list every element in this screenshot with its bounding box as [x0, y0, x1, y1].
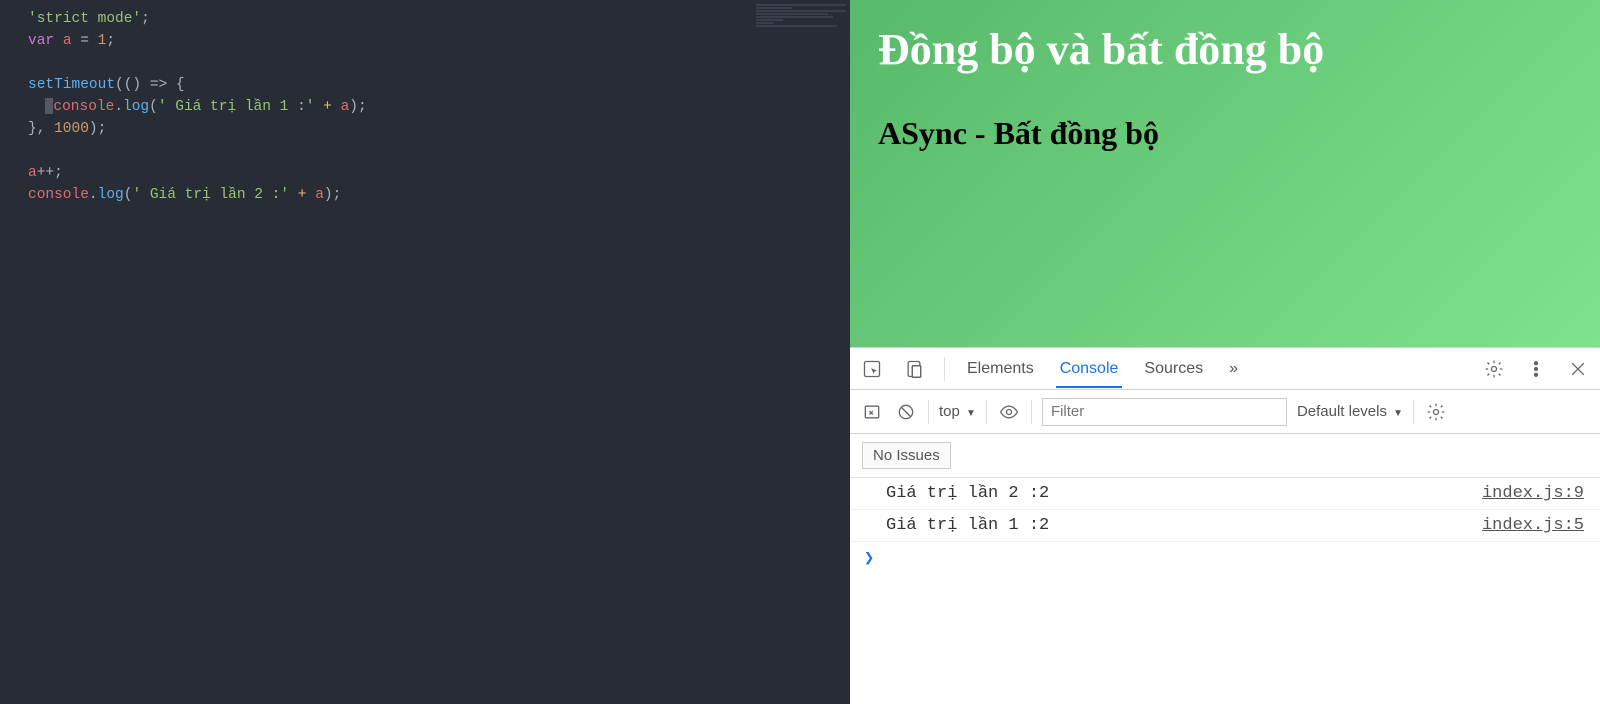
code-token: a — [315, 187, 324, 203]
console-row: Giá trị lần 2 :2 index.js:9 — [850, 478, 1600, 510]
code-token: ; — [106, 33, 115, 49]
code-token: log — [98, 187, 124, 203]
code-token: console — [53, 99, 114, 115]
context-selector[interactable]: top ▼ — [939, 403, 976, 420]
eye-icon[interactable] — [997, 400, 1021, 424]
code-token: a — [63, 33, 72, 49]
minimap[interactable] — [756, 4, 846, 28]
code-token: ); — [349, 99, 366, 115]
device-toggle-icon[interactable] — [902, 357, 926, 381]
separator — [928, 400, 929, 424]
log-levels-selector[interactable]: Default levels ▼ — [1297, 403, 1403, 420]
code-token: + — [314, 99, 340, 115]
code-token: ( — [149, 99, 158, 115]
code-token: ; — [141, 11, 150, 27]
issues-bar: No Issues — [850, 434, 1600, 478]
code-token: ++; — [37, 165, 63, 181]
separator — [1031, 400, 1032, 424]
console-row: Giá trị lần 1 :2 index.js:5 — [850, 510, 1600, 542]
filter-input[interactable] — [1042, 398, 1287, 426]
code-token: ); — [89, 121, 106, 137]
more-tabs-button[interactable]: » — [1225, 350, 1242, 387]
code-editor[interactable]: 'strict mode'; var a = 1; setTimeout(() … — [0, 0, 850, 704]
console-output: Giá trị lần 2 :2 index.js:9 Giá trị lần … — [850, 478, 1600, 575]
code-token: var — [28, 33, 54, 49]
code-token: a — [341, 99, 350, 115]
separator — [1413, 400, 1414, 424]
code-token: log — [123, 99, 149, 115]
tab-console[interactable]: Console — [1056, 350, 1123, 388]
console-toolbar: top ▼ Default levels ▼ — [850, 390, 1600, 434]
inspect-element-icon[interactable] — [860, 357, 884, 381]
gear-icon[interactable] — [1482, 357, 1506, 381]
code-token: }, — [28, 121, 54, 137]
devtools: Elements Console Sources » top ▼ Default… — [850, 347, 1600, 704]
close-icon[interactable] — [1566, 357, 1590, 381]
page-subtitle: ASync - Bất đồng bộ — [878, 115, 1572, 152]
code-token: setTimeout — [28, 77, 115, 93]
console-message: Giá trị lần 1 :2 — [886, 516, 1049, 535]
code-token: = — [80, 33, 89, 49]
code-token: console — [28, 187, 89, 203]
page-title: Đồng bộ và bất đồng bộ — [878, 24, 1572, 75]
code-token: ' Giá trị lần 2 :' — [132, 187, 289, 203]
separator — [944, 357, 945, 381]
kebab-menu-icon[interactable] — [1524, 357, 1548, 381]
code-token: ); — [324, 187, 341, 203]
show-console-sidebar-icon[interactable] — [860, 400, 884, 424]
code-token: . — [114, 99, 123, 115]
console-source-link[interactable]: index.js:9 — [1482, 484, 1584, 503]
code-token: + — [289, 187, 315, 203]
gear-icon[interactable] — [1424, 400, 1448, 424]
console-message: Giá trị lần 2 :2 — [886, 484, 1049, 503]
console-source-link[interactable]: index.js:5 — [1482, 516, 1584, 535]
code-block[interactable]: 'strict mode'; var a = 1; setTimeout(() … — [0, 0, 850, 214]
code-token: a — [28, 165, 37, 181]
clear-console-icon[interactable] — [894, 400, 918, 424]
page-preview: Đồng bộ và bất đồng bộ ASync - Bất đồng … — [850, 0, 1600, 347]
separator — [986, 400, 987, 424]
console-prompt[interactable]: ❯ — [850, 542, 1600, 575]
tab-elements[interactable]: Elements — [963, 350, 1038, 387]
browser-panel: Đồng bộ và bất đồng bộ ASync - Bất đồng … — [850, 0, 1600, 704]
code-token: (() => { — [115, 77, 185, 93]
no-issues-badge[interactable]: No Issues — [862, 442, 951, 469]
tab-sources[interactable]: Sources — [1140, 350, 1207, 387]
code-token: . — [89, 187, 98, 203]
code-token: ' Giá trị lần 1 :' — [158, 99, 315, 115]
code-token: 1000 — [54, 121, 89, 137]
devtools-tabbar: Elements Console Sources » — [850, 348, 1600, 390]
code-token: 'strict mode' — [28, 11, 141, 27]
